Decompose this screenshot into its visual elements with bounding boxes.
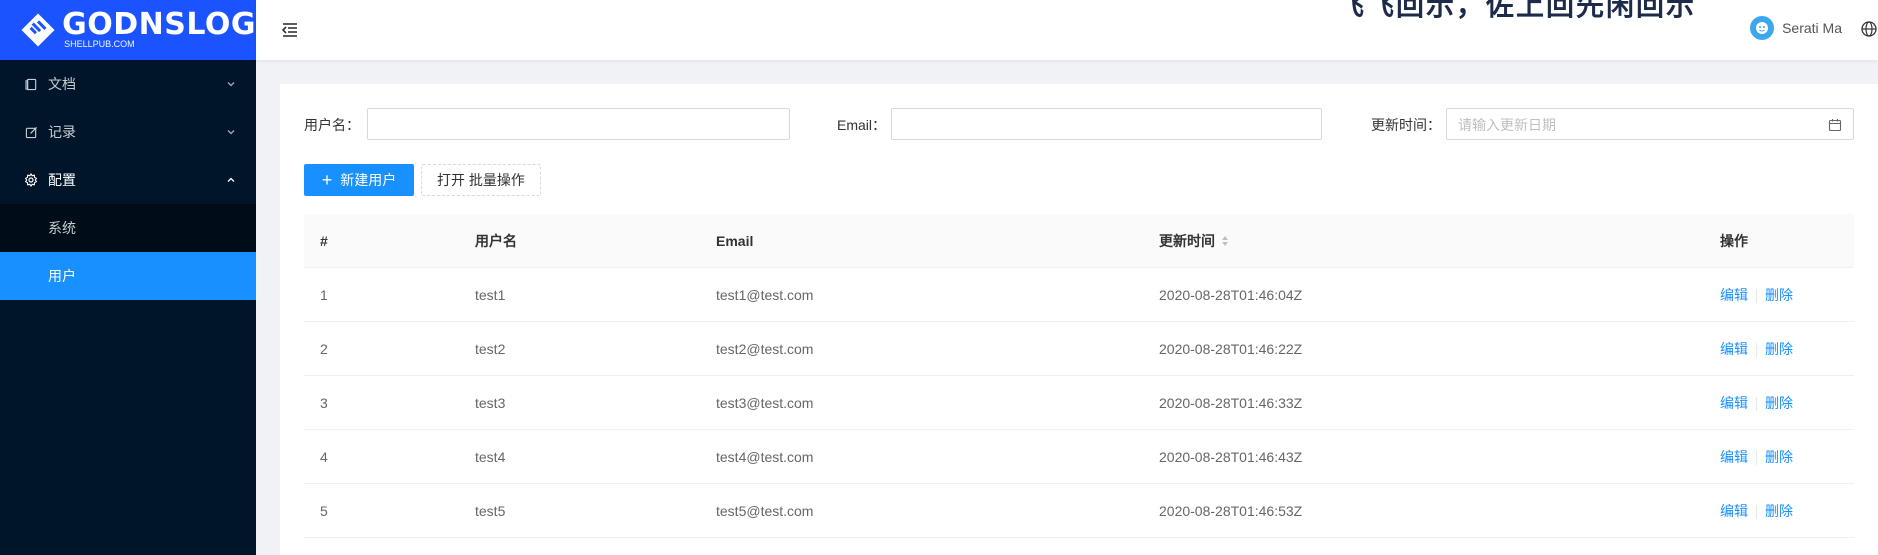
- table-row: 5 test5 test5@test.com 2020-08-28T01:46:…: [304, 484, 1854, 538]
- sidebar-menu: 文档 记录 配置: [0, 60, 256, 204]
- cell-username: test5: [475, 502, 506, 519]
- cell-username: test4: [475, 448, 506, 465]
- cell-updated: 2020-08-28T01:46:43Z: [1159, 448, 1303, 465]
- header-email: Email: [716, 232, 754, 249]
- cell-num: 3: [320, 394, 328, 411]
- sidebar-item-label: 用户: [48, 268, 76, 284]
- banner-text: 飞飞回示，佐上回先闲回示: [1336, 0, 1697, 22]
- delete-link[interactable]: 删除: [1765, 503, 1793, 519]
- gear-icon: [24, 173, 38, 187]
- header-ops: 操作: [1720, 232, 1748, 249]
- plus-icon: +: [321, 170, 333, 190]
- cell-updated: 2020-08-28T01:46:33Z: [1159, 394, 1303, 411]
- chevron-down-icon: [227, 82, 235, 87]
- cell-ops: 编辑 删除: [1704, 285, 1854, 305]
- new-user-label: 新建用户: [340, 172, 397, 188]
- cell-username: test2: [475, 340, 506, 357]
- sidebar-item-records[interactable]: 记录: [0, 108, 256, 156]
- header-updated[interactable]: 更新时间: [1143, 231, 1704, 251]
- table-row: 4 test4 test4@test.com 2020-08-28T01:46:…: [304, 430, 1854, 484]
- table-row: 1 test1 test1@test.com 2020-08-28T01:46:…: [304, 268, 1854, 322]
- user-name: Serati Ma: [1782, 20, 1842, 36]
- cell-email: test1@test.com: [716, 286, 814, 303]
- sidebar-item-label: 系统: [48, 220, 76, 236]
- batch-label: 打开 批量操作: [437, 172, 525, 188]
- sidebar-item-system[interactable]: 系统: [0, 204, 256, 252]
- sidebar-item-docs[interactable]: 文档: [0, 60, 256, 108]
- divider: [1756, 450, 1757, 465]
- updated-date-picker[interactable]: 请输入更新日期: [1446, 108, 1854, 140]
- logo-icon: [21, 13, 55, 47]
- username-input[interactable]: [367, 108, 790, 140]
- file-icon: [24, 77, 38, 91]
- cell-num: 1: [320, 286, 328, 303]
- cell-updated: 2020-08-28T01:46:04Z: [1159, 286, 1303, 303]
- username-label: 用户名：: [304, 117, 360, 133]
- divider: [1756, 342, 1757, 357]
- delete-link[interactable]: 删除: [1765, 449, 1793, 465]
- cell-username: test1: [475, 286, 506, 303]
- sort-icon[interactable]: [1221, 235, 1229, 247]
- cell-email: test4@test.com: [716, 448, 814, 465]
- cell-updated: 2020-08-28T01:46:53Z: [1159, 502, 1303, 519]
- cell-email: test5@test.com: [716, 502, 814, 519]
- cell-updated: 2020-08-28T01:46:22Z: [1159, 340, 1303, 357]
- email-label: Email：: [837, 117, 887, 133]
- cell-username: test3: [475, 394, 506, 411]
- table-row: 2 test2 test2@test.com 2020-08-28T01:46:…: [304, 322, 1854, 376]
- delete-link[interactable]: 删除: [1765, 395, 1793, 411]
- main-content: 用户名： Email： 更新时间： 请输入更新日期 + 新建用户 打开 批量操作…: [280, 84, 1878, 555]
- menu-fold-icon[interactable]: [280, 20, 300, 40]
- globe-icon[interactable]: [1860, 20, 1878, 38]
- brand-sub: SHELLPUB.COM: [64, 39, 135, 49]
- user-menu[interactable]: Serati Ma: [1750, 16, 1842, 40]
- new-user-button[interactable]: + 新建用户: [304, 164, 414, 196]
- cell-ops: 编辑 删除: [1704, 339, 1854, 359]
- calendar-icon: [1828, 119, 1842, 132]
- cell-ops: 编辑 删除: [1704, 501, 1854, 521]
- cell-ops: 编辑 删除: [1704, 393, 1854, 413]
- batch-toggle-button[interactable]: 打开 批量操作: [421, 164, 541, 196]
- users-table: # 用户名 Email 更新时间 操作 1 test1 test1@test.c…: [304, 214, 1854, 538]
- header-updated-label: 更新时间: [1159, 232, 1215, 249]
- chevron-down-icon: [227, 130, 235, 135]
- edit-link[interactable]: 编辑: [1720, 395, 1748, 411]
- brand[interactable]: GODNSLOG SHELLPUB.COM: [0, 0, 256, 60]
- search-form: 用户名： Email： 更新时间： 请输入更新日期: [304, 108, 1878, 140]
- edit-link[interactable]: 编辑: [1720, 341, 1748, 357]
- config-submenu: 系统 用户: [0, 204, 256, 300]
- chevron-up-icon: [227, 177, 235, 182]
- divider: [1756, 504, 1757, 519]
- sidebar-item-config[interactable]: 配置: [0, 156, 256, 204]
- time-label: 更新时间：: [1371, 117, 1441, 133]
- sidebar-item-label: 配置: [48, 172, 76, 188]
- sidebar-item-label: 记录: [48, 124, 76, 140]
- delete-link[interactable]: 删除: [1765, 287, 1793, 303]
- sidebar-item-label: 文档: [48, 76, 76, 92]
- cell-num: 4: [320, 448, 328, 465]
- table-header: # 用户名 Email 更新时间 操作: [304, 214, 1854, 268]
- header-num: #: [320, 232, 328, 249]
- divider: [1756, 396, 1757, 411]
- table-row: 3 test3 test3@test.com 2020-08-28T01:46:…: [304, 376, 1854, 430]
- edit-icon: [24, 125, 38, 139]
- edit-link[interactable]: 编辑: [1720, 449, 1748, 465]
- email-input[interactable]: [891, 108, 1322, 140]
- cell-ops: 编辑 删除: [1704, 447, 1854, 467]
- delete-link[interactable]: 删除: [1765, 341, 1793, 357]
- header-username: 用户名: [475, 232, 517, 249]
- edit-link[interactable]: 编辑: [1720, 503, 1748, 519]
- brand-name: GODNSLOG: [62, 7, 256, 42]
- sidebar-item-users[interactable]: 用户: [0, 252, 256, 300]
- sidebar: GODNSLOG SHELLPUB.COM 文档 记录 配置 系统 用户: [0, 0, 256, 555]
- cell-num: 5: [320, 502, 328, 519]
- cell-email: test3@test.com: [716, 394, 814, 411]
- avatar: [1750, 16, 1775, 40]
- date-placeholder: 请输入更新日期: [1458, 117, 1556, 133]
- edit-link[interactable]: 编辑: [1720, 287, 1748, 303]
- divider: [1756, 288, 1757, 303]
- top-header: 飞飞回示，佐上回先闲回示 Serati Ma: [256, 0, 1878, 60]
- cell-num: 2: [320, 340, 328, 357]
- cell-email: test2@test.com: [716, 340, 814, 357]
